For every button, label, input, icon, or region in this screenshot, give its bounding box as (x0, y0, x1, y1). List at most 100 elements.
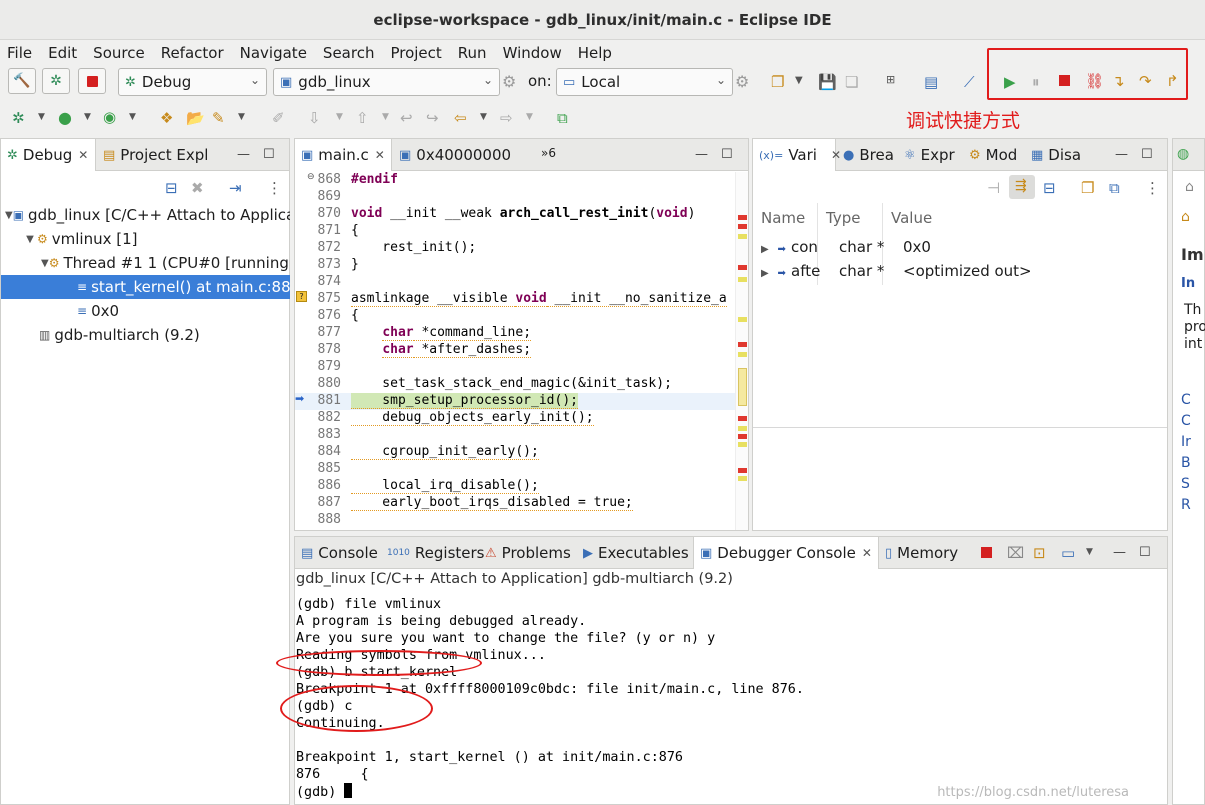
tab-memory[interactable]: ▯ Memory (879, 537, 964, 569)
variable-row[interactable]: ▶ ➡ afte char * <optimized out> (761, 262, 1032, 280)
connect-icon[interactable]: ⟋ (964, 73, 975, 91)
minimize-icon[interactable]: — (237, 147, 250, 162)
chevron-down-icon[interactable]: ▼ (480, 112, 487, 122)
menu-search[interactable]: Search (323, 44, 375, 62)
chevron-down-icon[interactable]: ▼ (84, 112, 91, 122)
collapse-all-icon[interactable]: ⊟ (1043, 179, 1056, 197)
open-type-icon[interactable]: ✎ (212, 109, 225, 127)
back-icon[interactable]: ⇦ (454, 109, 467, 127)
maximize-icon[interactable]: ☐ (1139, 545, 1151, 560)
tab-modules[interactable]: ⚙ Mod (963, 139, 1023, 171)
open-folder-icon[interactable]: 📂 (186, 109, 205, 127)
debug-bug-icon[interactable]: ✲ (42, 68, 70, 94)
panel-link[interactable]: B (1181, 455, 1191, 471)
config-gear-icon[interactable]: ⚙ (502, 72, 516, 91)
tab-console[interactable]: ▤ Console (295, 537, 384, 569)
warning-marker-icon[interactable]: ? (296, 291, 307, 302)
error-marker[interactable] (738, 468, 747, 473)
panel-subtitle[interactable]: In (1181, 276, 1195, 291)
chevron-down-icon[interactable]: ▼ (382, 112, 389, 122)
chevron-down-icon[interactable]: ▼ (129, 112, 136, 122)
close-icon[interactable]: ✕ (375, 148, 385, 162)
new-project-icon[interactable]: ❖ (160, 109, 173, 127)
menu-refactor[interactable]: Refactor (161, 44, 224, 62)
chevron-down-icon[interactable]: ▼ (336, 112, 343, 122)
next-annotation-icon[interactable]: ⇩ (308, 109, 321, 127)
scroll-thumb[interactable] (738, 368, 747, 406)
column-type[interactable]: Type (826, 209, 860, 227)
minimize-icon[interactable]: — (1115, 147, 1128, 162)
warning-marker[interactable] (738, 317, 747, 322)
new-watch-icon[interactable]: ❐ (1081, 179, 1094, 197)
menu-file[interactable]: File (7, 44, 32, 62)
minimize-icon[interactable]: — (1113, 545, 1126, 560)
launch-config-select[interactable]: ▣ gdb_linux ⌄ (273, 68, 500, 96)
details-divider[interactable] (753, 427, 1167, 428)
next-edit-icon[interactable]: ↪ (426, 109, 439, 127)
tab-main-c[interactable]: ▣ main.c ✕ (294, 139, 392, 171)
pin-editor-icon[interactable]: ⧉ (557, 109, 568, 127)
menu-window[interactable]: Window (503, 44, 562, 62)
coverage-icon[interactable]: ◉ (103, 108, 116, 126)
stop-launch-icon[interactable] (78, 68, 106, 94)
terminal-icon[interactable]: ▤ (924, 73, 938, 91)
tab-debugger-console[interactable]: ▣ Debugger Console ✕ (693, 537, 879, 569)
instruction-step-icon[interactable]: ⇥ (229, 179, 242, 197)
chevron-down-icon[interactable]: ▼ (1086, 547, 1093, 557)
warning-marker[interactable] (738, 426, 747, 431)
binary-icon[interactable]: ⊞ (886, 73, 895, 86)
welcome-icon[interactable]: ◍ (1177, 146, 1189, 162)
expand-triangle-icon[interactable]: ▶ (761, 244, 769, 255)
tree-item-thread[interactable]: ▼ ⚙ Thread #1 1 (CPU#0 [running]) (1, 251, 290, 275)
save-icon[interactable]: 💾 (818, 73, 837, 91)
maximize-icon[interactable]: ☐ (1141, 147, 1153, 162)
run-icon[interactable]: ● (58, 108, 72, 127)
overview-ruler[interactable] (735, 172, 748, 530)
warning-marker[interactable] (738, 442, 747, 447)
collapse-all-icon[interactable]: ⊟ (165, 179, 178, 197)
tab-disassembly[interactable]: ▦ Disa (1025, 139, 1087, 171)
warning-marker[interactable] (738, 476, 747, 481)
variable-row[interactable]: ▶ ➡ con char * 0x0 (761, 238, 931, 256)
target-gear-icon[interactable]: ⚙ (735, 72, 749, 91)
error-marker[interactable] (738, 215, 747, 220)
tab-debug[interactable]: ✲ Debug ✕ (0, 139, 96, 171)
tree-item-frame-0x0[interactable]: ≡ 0x0 (1, 299, 290, 323)
tab-project-explorer[interactable]: ▤ Project Expl (97, 139, 214, 171)
panel-link[interactable]: R (1181, 497, 1191, 513)
tree-item-gdb[interactable]: ▥ gdb-multiarch (9.2) (1, 323, 290, 347)
build-hammer-icon[interactable]: 🔨 (8, 68, 36, 94)
close-icon[interactable]: ✕ (862, 546, 872, 560)
chevron-down-icon[interactable]: ▼ (38, 112, 45, 122)
launch-target-select[interactable]: ▭ Local ⌄ (556, 68, 733, 96)
fold-icon[interactable]: ⊖ (307, 172, 315, 182)
menu-source[interactable]: Source (93, 44, 145, 62)
console-prompt[interactable]: (gdb) (296, 785, 344, 800)
warning-marker[interactable] (738, 352, 747, 357)
minimize-icon[interactable]: — (695, 147, 708, 162)
panel-link[interactable]: Ir (1181, 434, 1191, 450)
close-icon[interactable]: ✕ (78, 148, 88, 162)
clear-console-icon[interactable]: ⌧ (1007, 544, 1024, 562)
tab-variables[interactable]: (x)= Vari ✕ (752, 139, 841, 171)
column-name[interactable]: Name (761, 209, 805, 227)
home-icon[interactable]: ⌂ (1181, 209, 1190, 225)
panel-link[interactable]: S (1181, 476, 1190, 492)
tab-executables[interactable]: ▶ Executables (577, 537, 695, 569)
expand-triangle-icon[interactable]: ▼ (23, 234, 37, 245)
terminate-icon[interactable] (981, 544, 992, 562)
pin-view-icon[interactable]: ⧉ (1109, 179, 1120, 197)
new-file-icon[interactable]: ❐ (771, 73, 784, 91)
last-edit-icon[interactable]: ↩ (400, 109, 413, 127)
menu-project[interactable]: Project (390, 44, 441, 62)
view-menu-icon[interactable]: ⋮ (267, 179, 282, 197)
expand-triangle-icon[interactable]: ▼ (41, 258, 49, 269)
home-icon[interactable]: ⌂ (1185, 179, 1194, 195)
tab-registers[interactable]: 1010 Registers (381, 537, 490, 569)
error-marker[interactable] (738, 342, 747, 347)
forward-icon[interactable]: ⇨ (500, 109, 513, 127)
chevron-down-icon[interactable]: ▼ (795, 75, 803, 86)
error-marker[interactable] (738, 434, 747, 439)
panel-link[interactable]: C (1181, 413, 1191, 429)
tree-item-frame-start-kernel[interactable]: ≡ start_kernel() at main.c:88 (1, 275, 290, 299)
